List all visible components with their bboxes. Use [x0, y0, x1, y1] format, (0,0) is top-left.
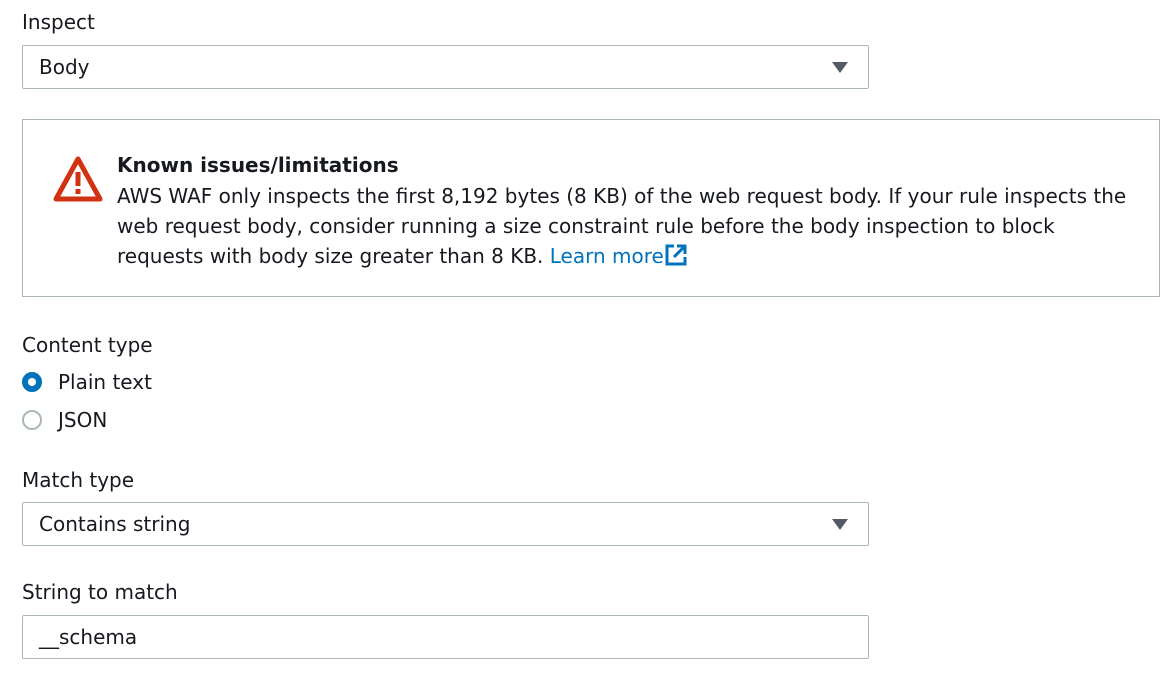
- radio-unchecked-icon[interactable]: [22, 410, 42, 430]
- inspect-label: Inspect: [22, 10, 95, 34]
- radio-label-json: JSON: [58, 408, 108, 432]
- alert-title: Known issues/limitations: [117, 153, 399, 177]
- string-to-match-label: String to match: [22, 580, 178, 604]
- match-type-select[interactable]: Contains string: [22, 502, 869, 546]
- caret-down-icon: [832, 62, 848, 73]
- match-type-label: Match type: [22, 468, 135, 492]
- inspect-select[interactable]: Body: [22, 45, 869, 89]
- alert-body: AWS WAF only inspects the first 8,192 by…: [117, 181, 1137, 271]
- warning-icon: [53, 156, 103, 202]
- inspect-select-value: Body: [39, 55, 90, 79]
- string-to-match-value: __schema: [39, 625, 138, 649]
- external-link-icon: [665, 244, 687, 266]
- string-to-match-input[interactable]: __schema: [22, 615, 869, 659]
- radio-label-plain-text: Plain text: [58, 370, 152, 394]
- content-type-label: Content type: [22, 333, 153, 357]
- learn-more-label: Learn more: [549, 244, 664, 268]
- caret-down-icon: [832, 519, 848, 530]
- learn-more-link[interactable]: Learn more: [550, 244, 687, 268]
- radio-checked-icon[interactable]: [22, 372, 42, 392]
- known-issues-alert: Known issues/limitations AWS WAF only in…: [22, 119, 1160, 297]
- match-type-select-value: Contains string: [39, 512, 191, 536]
